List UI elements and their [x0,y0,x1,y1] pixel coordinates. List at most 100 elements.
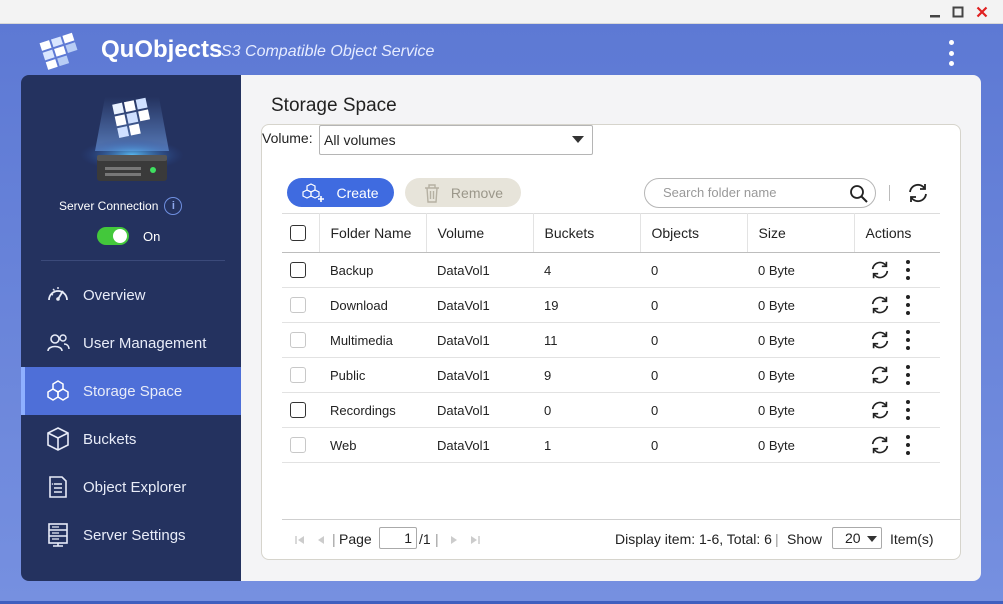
row-more-menu-button[interactable] [905,365,911,385]
folder-name-cell: Download [319,287,426,323]
row-more-menu-button[interactable] [905,330,911,350]
folders-table: Folder Name Volume Buckets Objects Size … [282,213,940,463]
buckets-cell: 9 [533,357,640,393]
refresh-icon[interactable] [869,259,891,281]
kebab-dot-icon [906,295,910,299]
row-checkbox[interactable] [290,262,306,278]
refresh-icon[interactable] [869,329,891,351]
refresh-icon[interactable] [869,294,891,316]
kebab-dot-icon [906,443,910,447]
row-checkbox[interactable] [290,437,306,453]
row-checkbox[interactable] [290,367,306,383]
kebab-dot-icon [948,40,954,45]
page-number-input[interactable]: 1 [379,527,417,549]
column-header-folder-name[interactable]: Folder Name [319,213,427,253]
objects-cell: 0 [640,392,747,428]
cube-icon [45,426,71,452]
first-page-icon[interactable] [294,534,306,546]
refresh-icon[interactable] [869,434,891,456]
refresh-icon[interactable] [906,181,930,205]
volume-select[interactable]: All volumes [319,125,593,155]
table-row[interactable]: Multimedia DataVol1 11 0 0 Byte [282,322,940,358]
table-row[interactable]: Recordings DataVol1 0 0 0 Byte [282,392,940,428]
users-icon [45,330,71,356]
refresh-icon[interactable] [869,399,891,421]
sidebar-nav: Overview User Management Storage Space B… [21,271,241,559]
page-title: Storage Space [271,95,397,116]
size-cell: 0 Byte [747,357,854,393]
pagination-bar: | Page 1 /1 | Display item: 1-6, Total: … [282,519,960,559]
create-button[interactable]: Create [287,178,394,207]
row-more-menu-button[interactable] [905,435,911,455]
size-cell: 0 Byte [747,322,854,358]
table-row[interactable]: Public DataVol1 9 0 0 Byte [282,357,940,393]
sidebar-item-overview[interactable]: Overview [21,271,241,319]
row-checkbox[interactable] [290,297,306,313]
buckets-cell: 11 [533,322,640,358]
page-label: Page [339,531,372,547]
sidebar-item-buckets[interactable]: Buckets [21,415,241,463]
table-row[interactable]: Web DataVol1 1 0 0 Byte [282,427,940,463]
last-page-icon[interactable] [469,534,481,546]
volume-label: Volume: [262,130,313,146]
row-more-menu-button[interactable] [905,295,911,315]
row-checkbox[interactable] [290,402,306,418]
table-row[interactable]: Download DataVol1 19 0 0 Byte [282,287,940,323]
search-input[interactable] [663,185,843,200]
kebab-dot-icon [906,260,910,264]
volume-select-value: All volumes [324,132,396,148]
remove-button[interactable]: Remove [405,178,521,207]
select-all-checkbox[interactable] [290,225,306,241]
actions-cell [854,252,940,288]
buckets-cell: 4 [533,252,640,288]
folder-name-cell: Public [319,357,426,393]
row-checkbox[interactable] [290,332,306,348]
maximize-icon [952,6,964,18]
search-icon[interactable] [849,184,869,204]
refresh-icon[interactable] [869,364,891,386]
sidebar-item-server-settings[interactable]: Server Settings [21,511,241,559]
server-connection-toggle-row: On [97,227,160,245]
app-more-menu-button[interactable] [941,40,961,66]
column-header-objects[interactable]: Objects [640,213,748,253]
minimize-button[interactable] [924,2,946,22]
sidebar-item-storage-space[interactable]: Storage Space [21,367,241,415]
folder-name-cell: Backup [319,252,426,288]
volume-cell: DataVol1 [426,392,533,428]
volume-cell: DataVol1 [426,322,533,358]
objects-cell: 0 [640,427,747,463]
close-window-button[interactable] [971,2,993,22]
sidebar-item-label: Overview [83,286,146,304]
sidebar-item-object-explorer[interactable]: Object Explorer [21,463,241,511]
server-connection-state: On [143,228,161,244]
remove-button-label: Remove [450,184,504,201]
column-header-volume[interactable]: Volume [426,213,534,253]
row-more-menu-button[interactable] [905,260,911,280]
row-checkbox-cell [282,357,319,393]
row-more-menu-button[interactable] [905,400,911,420]
volume-cell: DataVol1 [426,252,533,288]
table-row[interactable]: Backup DataVol1 4 0 0 Byte [282,252,940,288]
kebab-dot-icon [906,268,910,272]
server-connection-toggle[interactable] [97,227,129,245]
size-cell: 0 Byte [747,392,854,428]
kebab-dot-icon [906,435,910,439]
column-header-buckets[interactable]: Buckets [533,213,641,253]
kebab-dot-icon [906,303,910,307]
sidebar-item-user-management[interactable]: User Management [21,319,241,367]
kebab-dot-icon [906,416,910,420]
table-body: Backup DataVol1 4 0 0 Byte Download DataVol1 19… [282,252,940,463]
window-titlebar [0,0,1003,24]
info-icon[interactable]: i [164,197,183,215]
volume-cell: DataVol1 [426,357,533,393]
objects-cell: 0 [640,287,747,323]
kebab-dot-icon [906,451,910,455]
sidebar-item-label: Server Settings [83,526,186,544]
items-per-page-select[interactable]: 20 [832,527,882,549]
column-header-size[interactable]: Size [747,213,855,253]
storage-space-panel: Volume: All volumes Create Remove Search… [261,124,961,560]
kebab-dot-icon [906,365,910,369]
next-page-icon[interactable] [448,534,460,546]
previous-page-icon[interactable] [315,534,327,546]
maximize-button[interactable] [947,2,969,22]
